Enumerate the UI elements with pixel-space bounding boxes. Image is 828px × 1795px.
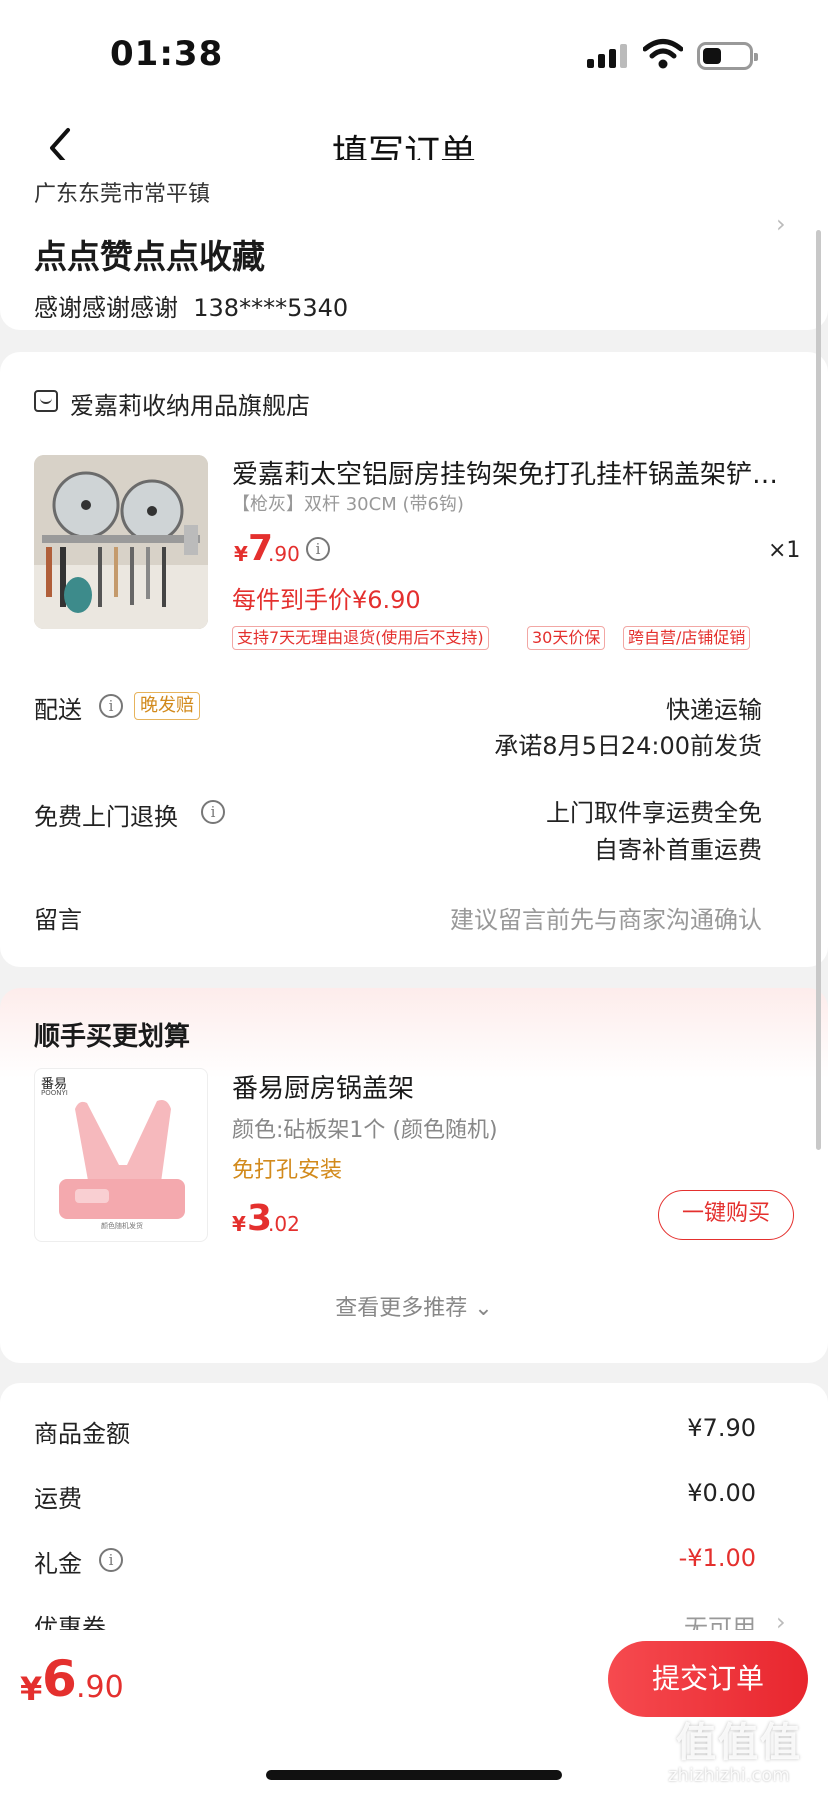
- gift-info-icon[interactable]: i: [99, 1548, 123, 1572]
- per-item-price: 每件到手价¥6.90: [232, 586, 421, 614]
- delivery-label: 配送: [34, 696, 82, 724]
- recommend-image-caption: 颜色随机发货: [101, 1222, 143, 1230]
- address-contact: 感谢感谢感谢 138****5340: [34, 288, 348, 323]
- returns-line1: 上门取件享运费全免: [546, 799, 762, 827]
- watermark-url: zhizhizhi.com: [668, 1765, 790, 1786]
- recommend-price-symbol: ¥: [232, 1212, 246, 1236]
- product-spec: 【枪灰】双杆 30CM (带6钩): [232, 494, 464, 515]
- wifi-icon: [643, 39, 683, 69]
- recipient-name: 感谢感谢感谢: [34, 294, 178, 322]
- gift-value: -¥1.00: [678, 1544, 756, 1572]
- message-input[interactable]: 建议留言前先与商家沟通确认: [450, 900, 762, 935]
- product-quantity: ×1: [768, 538, 801, 563]
- recommend-image[interactable]: 番易 POONYI 颜色随机发货: [34, 1068, 208, 1242]
- shop-icon: [34, 390, 58, 412]
- recommend-title: 顺手买更划算: [34, 1022, 191, 1052]
- submit-order-button[interactable]: 提交订单: [608, 1641, 808, 1717]
- recommend-spec: 颜色:砧板架1个 (颜色随机): [232, 1118, 498, 1143]
- signal-icon: [587, 42, 629, 68]
- total-price-int: 6: [42, 1650, 77, 1708]
- product-price-symbol: ¥: [234, 542, 248, 566]
- goods-amount-value: ¥7.90: [687, 1414, 756, 1442]
- shop-card: [0, 352, 828, 967]
- service-tag: 支持7天无理由退货(使用后不支持): [232, 626, 489, 650]
- recommend-name[interactable]: 番易厨房锅盖架: [232, 1068, 414, 1105]
- delivery-info-icon[interactable]: i: [99, 694, 123, 718]
- battery-icon: [697, 42, 758, 70]
- recipient-phone: 138****5340: [193, 294, 349, 322]
- service-tag: 跨自营/店铺促销: [623, 626, 751, 650]
- price-info-icon[interactable]: i: [306, 537, 330, 561]
- address-name: 点点赞点点收藏: [34, 237, 265, 276]
- status-time: 01:38: [110, 34, 224, 74]
- goods-amount-label: 商品金额: [34, 1420, 130, 1448]
- shipping-label: 运费: [34, 1485, 82, 1513]
- total-price-dec: .90: [76, 1670, 124, 1705]
- late-compensation-badge: 晚发赔: [134, 692, 200, 720]
- delivery-promise: 承诺8月5日24:00前发货: [494, 732, 762, 760]
- shop-name[interactable]: 爱嘉莉收纳用品旗舰店: [70, 386, 310, 421]
- total-price-symbol: ¥: [20, 1670, 43, 1708]
- more-recommendations-link[interactable]: 查看更多推荐 ⌄: [0, 1290, 828, 1322]
- returns-label: 免费上门退换: [34, 803, 178, 831]
- address-chevron-icon: ›: [776, 210, 786, 238]
- shipping-value: ¥0.00: [687, 1479, 756, 1507]
- product-image[interactable]: [34, 455, 208, 629]
- message-label: 留言: [34, 906, 82, 934]
- returns-line2: 自寄补首重运费: [594, 836, 762, 864]
- gift-label: 礼金: [34, 1550, 82, 1578]
- recommend-price-dec: .02: [268, 1212, 300, 1236]
- watermark: 值值值: [676, 1720, 802, 1766]
- product-title[interactable]: 爱嘉莉太空铝厨房挂钩架免打孔挂杆锅盖架铲勺…: [232, 454, 792, 491]
- one-click-buy-button[interactable]: 一键购买: [658, 1190, 794, 1240]
- returns-info-icon[interactable]: i: [201, 800, 225, 824]
- home-indicator[interactable]: [266, 1770, 562, 1780]
- product-price-dec: .90: [268, 542, 300, 566]
- recommend-feature: 免打孔安装: [232, 1158, 343, 1183]
- scrollbar[interactable]: [816, 230, 821, 1150]
- service-tag: 30天价保: [527, 626, 606, 650]
- delivery-method[interactable]: 快递运输: [666, 690, 762, 725]
